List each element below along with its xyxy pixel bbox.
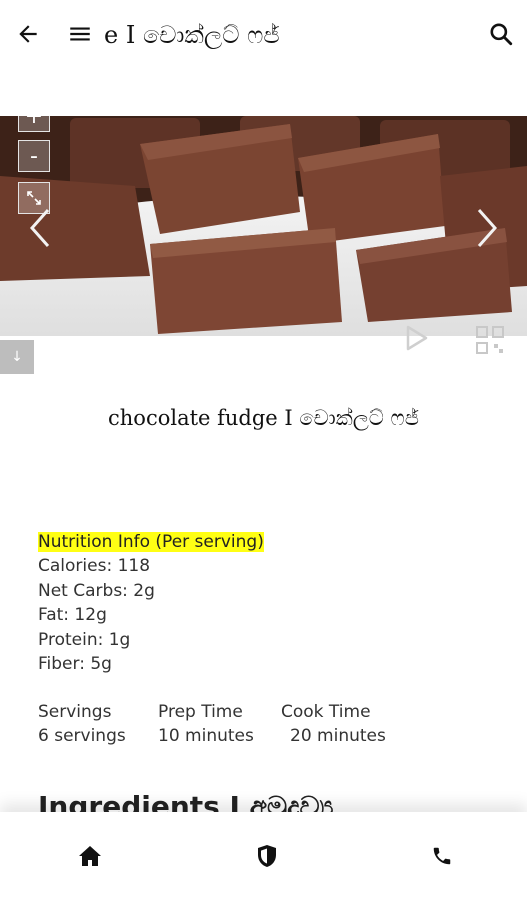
home-icon [79, 846, 101, 866]
nutrition-line: Net Carbs: 2g [38, 580, 155, 601]
nutrition-line: Fat: 12g [38, 605, 107, 626]
arrow-left-icon [19, 25, 37, 43]
prep-time-value: 10 minutes [158, 726, 254, 747]
servings-label: Servings [38, 702, 112, 722]
image-slider[interactable]: + - [0, 116, 527, 336]
nav-home[interactable] [76, 842, 104, 870]
shield-icon [258, 845, 276, 867]
servings-info: Servings 6 servings [38, 700, 126, 749]
slider-prev-icon[interactable] [26, 206, 54, 250]
bottom-nav [0, 812, 527, 900]
nav-shield[interactable] [253, 842, 281, 870]
cook-time-value: 20 minutes [290, 726, 386, 747]
slider-next-icon[interactable] [473, 206, 501, 250]
recipe-title: chocolate fudge I චොක්ලට් ෆජ් [108, 406, 419, 430]
menu-icon [70, 27, 90, 41]
zoom-in-button[interactable]: + [18, 116, 50, 132]
zoom-out-button[interactable]: - [18, 140, 50, 172]
cook-time-info: Cook Time 20 minutes [281, 700, 386, 749]
fullscreen-icon [27, 191, 41, 205]
nutrition-info: Nutrition Info (Per serving) Calories: 1… [38, 530, 264, 676]
nutrition-line: Fiber: 5g [38, 654, 112, 675]
fudge-photo [0, 116, 527, 336]
back-button[interactable] [12, 18, 44, 50]
prep-time-label: Prep Time [158, 702, 243, 722]
nutrition-heading: Nutrition Info (Per serving) [38, 532, 264, 552]
phone-icon [433, 847, 451, 865]
top-app-bar: e I චොක්ලට් ෆජ් [0, 0, 527, 70]
search-button[interactable] [485, 18, 517, 50]
menu-button[interactable] [64, 18, 96, 50]
search-icon [490, 23, 513, 46]
servings-value: 6 servings [38, 726, 126, 747]
play-icon[interactable] [404, 324, 430, 352]
cook-time-label: Cook Time [281, 702, 371, 722]
nav-phone[interactable] [428, 842, 456, 870]
prep-time-info: Prep Time 10 minutes [158, 700, 254, 749]
nutrition-line: Protein: 1g [38, 629, 131, 650]
qr-code-icon[interactable] [476, 326, 504, 354]
scroll-down-button[interactable]: ↓ [0, 340, 34, 374]
page-title: e I චොක්ලට් ෆජ් [104, 21, 280, 49]
nutrition-line: Calories: 118 [38, 556, 151, 577]
